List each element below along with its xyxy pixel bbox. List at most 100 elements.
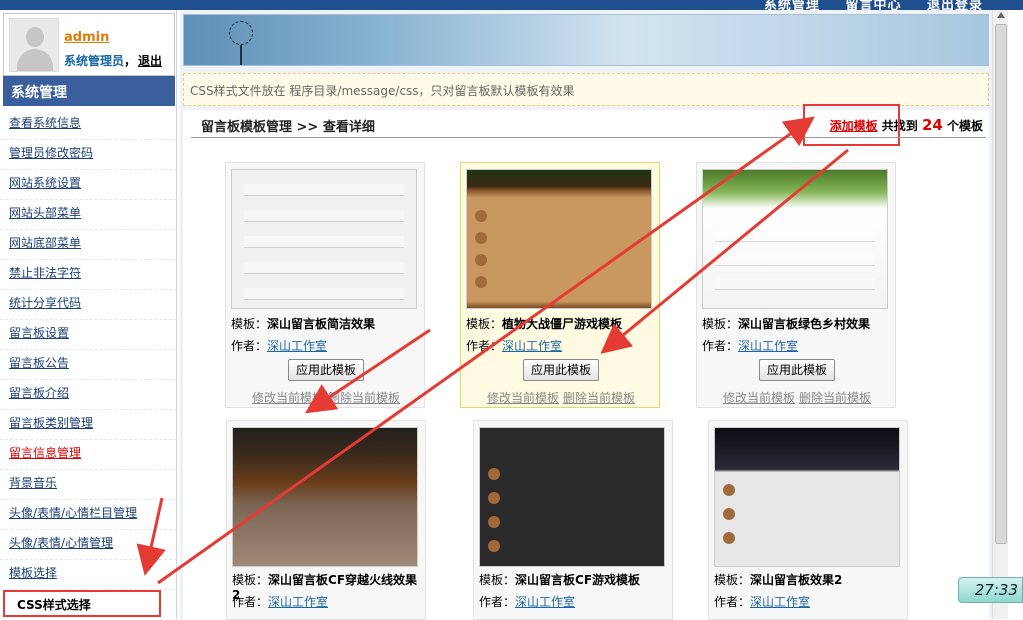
sidebar-item-label[interactable]: 网站系统设置 [9, 176, 81, 190]
user-role: 系统管理员 [64, 54, 125, 68]
template-card: 模板：深山留言板CF穿越火线效果2 作者：深山工作室 [226, 420, 426, 620]
user-panel: admin 系统管理员， 退出 [3, 13, 175, 76]
apply-template-button[interactable]: 应用此模板 [288, 359, 364, 381]
sidebar-item-label[interactable]: 留言板公告 [9, 356, 69, 370]
template-thumbnail[interactable] [232, 427, 418, 567]
template-thumbnail[interactable] [466, 169, 652, 309]
sidebar-item-board-notice[interactable]: 留言板公告 [0, 350, 177, 380]
role-separator: ， [124, 54, 137, 68]
template-author: 作者：深山工作室 [231, 339, 328, 353]
sidebar-item-label[interactable]: 管理员修改密码 [9, 146, 93, 160]
delete-template-link[interactable]: 删除当前模板 [563, 391, 635, 405]
logout-link[interactable]: 退出 [138, 54, 162, 68]
main-panel: CSS样式文件放在 程序目录/message/css，只对留言板默认模板有效果 … [180, 10, 992, 620]
sidebar-item-avatar-manage[interactable]: 头像/表情/心情管理 [0, 530, 177, 560]
sidebar-item-footer-menu[interactable]: 网站底部菜单 [0, 230, 177, 260]
edit-template-link[interactable]: 修改当前模板 [252, 391, 324, 405]
banner [183, 14, 989, 66]
vertical-scrollbar[interactable] [992, 10, 1008, 619]
author-link[interactable]: 深山工作室 [502, 339, 562, 353]
template-ops: 修改当前模板 删除当前模板 [226, 389, 426, 406]
notice-bar: CSS样式文件放在 程序目录/message/css，只对留言板默认模板有效果 [183, 73, 989, 106]
sidebar-item-site-settings[interactable]: 网站系统设置 [0, 170, 177, 200]
edit-template-link[interactable]: 修改当前模板 [487, 391, 559, 405]
sidebar-item-template-select[interactable]: 模板选择 [0, 560, 177, 590]
template-card: 模板：深山留言板简洁效果 作者：深山工作室 应用此模板 修改当前模板 删除当前模板 [225, 162, 425, 408]
delete-template-link[interactable]: 删除当前模板 [799, 391, 871, 405]
sidebar-item-board-settings[interactable]: 留言板设置 [0, 320, 177, 350]
sidebar-item-label[interactable]: 留言板类别管理 [9, 416, 93, 430]
template-card: 模板：植物大战僵尸游戏模板 作者：深山工作室 应用此模板 修改当前模板 删除当前模… [460, 162, 660, 408]
template-card: 模板：深山留言板绿色乡村效果 作者：深山工作室 应用此模板 修改当前模板 删除当前… [696, 162, 896, 408]
sidebar-item-label[interactable]: 留言信息管理 [9, 446, 81, 460]
template-thumbnail[interactable] [714, 427, 900, 567]
username-link[interactable]: admin [64, 30, 109, 45]
sidebar-item-system-info[interactable]: 查看系统信息 [0, 110, 177, 140]
template-thumbnail[interactable] [479, 427, 665, 567]
sidebar-item-label[interactable]: 留言板设置 [9, 326, 69, 340]
sidebar-item-header-menu[interactable]: 网站头部菜单 [0, 200, 177, 230]
author-link[interactable]: 深山工作室 [268, 595, 328, 609]
sidebar-item-label[interactable]: 网站头部菜单 [9, 206, 81, 220]
found-suffix: 个模板 [942, 119, 983, 133]
sidebar-item-label[interactable]: 统计分享代码 [9, 296, 81, 310]
template-author: 作者：深山工作室 [702, 339, 799, 353]
sidebar-item-label[interactable]: CSS样式选择 [17, 598, 91, 612]
sidebar-item-board-intro[interactable]: 留言板介绍 [0, 380, 177, 410]
author-link[interactable]: 深山工作室 [267, 339, 327, 353]
sidebar-item-bg-music[interactable]: 背景音乐 [0, 470, 177, 500]
template-thumbnail[interactable] [231, 169, 417, 309]
sidebar-item-avatar-columns[interactable]: 头像/表情/心情栏目管理 [0, 500, 177, 530]
template-name: 模板：深山留言板绿色乡村效果 [702, 317, 871, 331]
template-author: 作者：深山工作室 [714, 595, 811, 609]
apply-template-button[interactable]: 应用此模板 [523, 359, 599, 381]
sidebar-item-banned-words[interactable]: 禁止非法字符 [0, 260, 177, 290]
scrollbar-thumb[interactable] [995, 24, 1007, 544]
template-card: 模板：深山留言板效果2 作者：深山工作室 [708, 420, 908, 620]
sidebar-item-label[interactable]: 网站底部菜单 [9, 236, 81, 250]
sidebar-item-stats-code[interactable]: 统计分享代码 [0, 290, 177, 320]
template-card: 模板：深山留言板CF游戏模板 作者：深山工作室 [473, 420, 673, 620]
sidebar-item-label[interactable]: 背景音乐 [9, 476, 57, 490]
sidebar-item-css-select[interactable]: CSS样式选择 [3, 590, 161, 617]
template-author: 作者：深山工作室 [232, 595, 329, 609]
avatar-body [17, 49, 53, 71]
count-number: 24 [921, 116, 943, 134]
clock-widget: 27:33 [958, 577, 1023, 603]
sidebar-item-label[interactable]: 留言板介绍 [9, 386, 69, 400]
highlight-box [803, 104, 900, 146]
template-name: 模板：深山留言板效果2 [714, 573, 843, 587]
sidebar-item-label[interactable]: 查看系统信息 [9, 116, 81, 130]
title-divider [191, 137, 986, 138]
delete-template-link[interactable]: 删除当前模板 [328, 391, 400, 405]
sidebar-item-change-password[interactable]: 管理员修改密码 [0, 140, 177, 170]
scroll-up-icon[interactable] [997, 12, 1005, 18]
template-ops: 修改当前模板 删除当前模板 [697, 389, 897, 406]
sidebar-item-label[interactable]: 头像/表情/心情管理 [9, 536, 113, 550]
template-author: 作者：深山工作室 [479, 595, 576, 609]
sidebar-item-label[interactable]: 模板选择 [9, 566, 57, 580]
template-name: 模板：植物大战僵尸游戏模板 [466, 317, 623, 331]
sidebar-item-board-categories[interactable]: 留言板类别管理 [0, 410, 177, 440]
sidebar-item-message-manage[interactable]: 留言信息管理 [0, 440, 177, 470]
user-role-line: 系统管理员， 退出 [64, 52, 162, 69]
sidebar: admin 系统管理员， 退出 系统管理 查看系统信息 管理员修改密码 网站系统设… [0, 10, 177, 619]
dandelion-stem [240, 45, 242, 65]
apply-template-button[interactable]: 应用此模板 [759, 359, 835, 381]
template-name: 模板：深山留言板CF游戏模板 [479, 573, 641, 587]
edit-template-link[interactable]: 修改当前模板 [723, 391, 795, 405]
dandelion-graphic [229, 21, 253, 45]
author-link[interactable]: 深山工作室 [515, 595, 575, 609]
sidebar-title: 系统管理 [3, 76, 175, 106]
template-author: 作者：深山工作室 [466, 339, 563, 353]
template-name: 模板：深山留言板简洁效果 [231, 317, 376, 331]
author-link[interactable]: 深山工作室 [750, 595, 810, 609]
sidebar-item-label[interactable]: 禁止非法字符 [9, 266, 81, 280]
template-ops: 修改当前模板 删除当前模板 [461, 389, 661, 406]
content-area: 留言板模板管理 >> 查看详细 添加模板 共找到 24 个模板 模板：深山留言板… [183, 104, 989, 620]
template-thumbnail[interactable] [702, 169, 888, 309]
sidebar-item-label[interactable]: 头像/表情/心情栏目管理 [9, 506, 137, 520]
top-bar: 系统管理 留言中心 退出登录 [0, 0, 1023, 13]
right-edge [1008, 10, 1023, 619]
author-link[interactable]: 深山工作室 [738, 339, 798, 353]
